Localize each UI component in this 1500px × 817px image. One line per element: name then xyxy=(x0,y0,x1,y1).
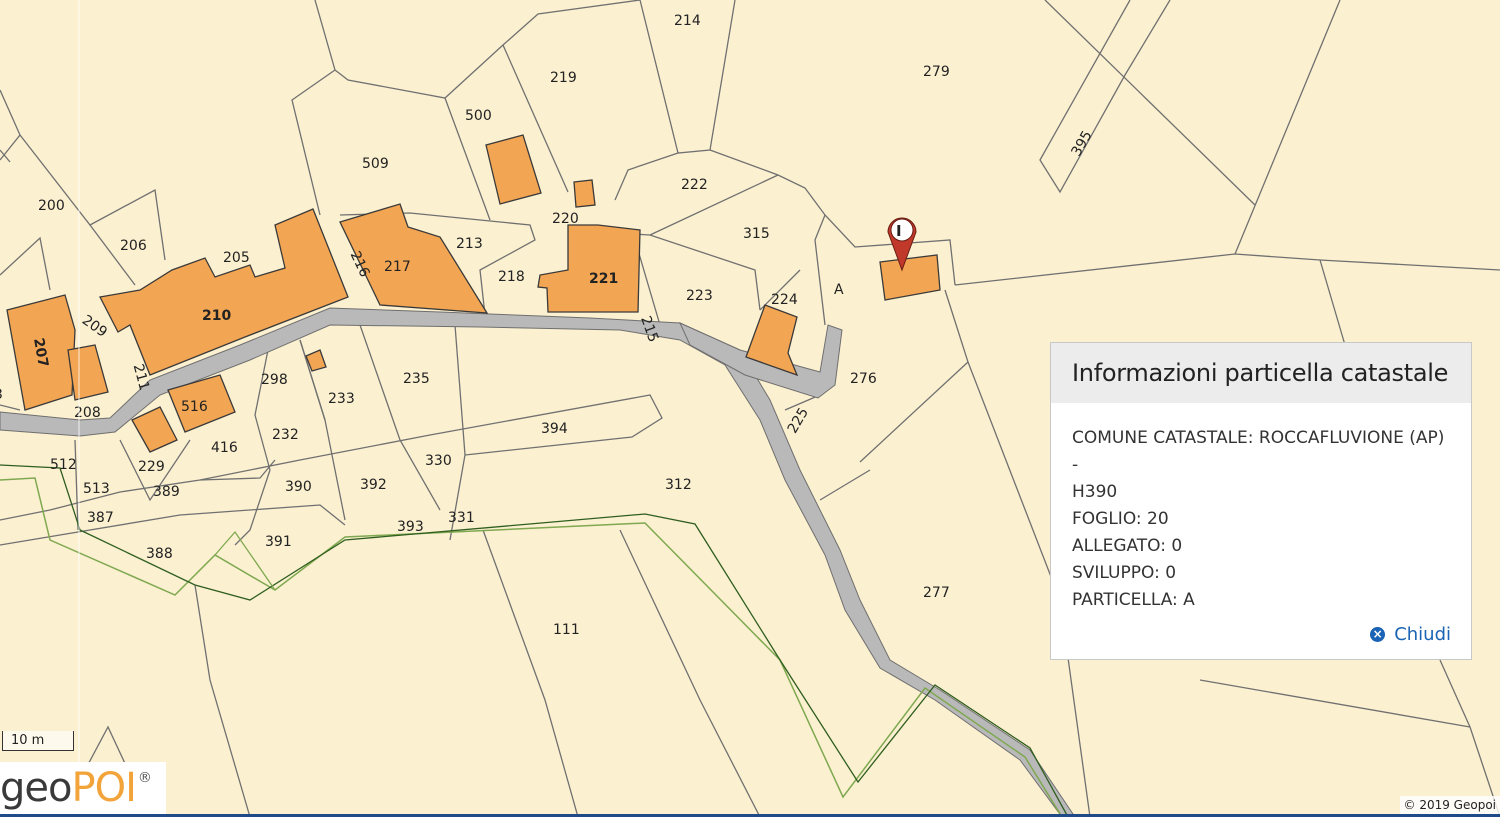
parcel-label[interactable]: 232 xyxy=(272,427,299,443)
parcel-label[interactable]: 214 xyxy=(674,13,701,29)
parcel-label[interactable]: 233 xyxy=(328,391,355,407)
close-icon[interactable]: × xyxy=(1370,627,1386,642)
parcel-label[interactable]: 500 xyxy=(465,108,492,124)
info-line-comune: COMUNE CATASTALE: ROCCAFLUVIONE (AP) - xyxy=(1072,428,1445,475)
parcel-label[interactable]: 387 xyxy=(87,510,114,526)
parcel-label[interactable]: 218 xyxy=(498,269,525,285)
parcel-label[interactable]: 205 xyxy=(223,250,250,266)
parcel-label[interactable]: 331 xyxy=(448,510,475,526)
copyright: © 2019 Geopoi xyxy=(1399,796,1500,814)
parcel-label[interactable]: 315 xyxy=(743,226,770,242)
parcel-label[interactable]: 222 xyxy=(681,177,708,193)
logo-poi: POI xyxy=(71,765,136,811)
parcel-label[interactable]: 277 xyxy=(923,585,950,601)
parcel-label[interactable]: 509 xyxy=(362,156,389,172)
parcel-label[interactable]: 512 xyxy=(50,457,77,473)
logo-geo: geo xyxy=(0,765,72,811)
parcel-label[interactable]: 513 xyxy=(83,481,110,497)
parcel-label[interactable]: 219 xyxy=(550,70,577,86)
parcel-label[interactable]: 223 xyxy=(686,288,713,304)
close-label[interactable]: Chiudi xyxy=(1394,624,1451,645)
parcel-label[interactable]: 217 xyxy=(384,259,411,275)
parcel-label[interactable]: 279 xyxy=(923,64,950,80)
info-line-particella: PARTICELLA: A xyxy=(1072,590,1195,610)
parcel-label[interactable]: 229 xyxy=(138,459,165,475)
parcel-label[interactable]: 298 xyxy=(261,372,288,388)
parcel-label[interactable]: 391 xyxy=(265,534,292,550)
parcel-label[interactable]: 276 xyxy=(850,371,877,387)
scale-bar: 10 m xyxy=(2,731,74,751)
parcel-label[interactable]: 235 xyxy=(403,371,430,387)
parcel-label[interactable]: 390 xyxy=(285,479,312,495)
info-line-sviluppo: SVILUPPO: 0 xyxy=(1072,563,1177,583)
popup-body: COMUNE CATASTALE: ROCCAFLUVIONE (AP) - H… xyxy=(1051,403,1471,614)
info-line-code: H390 xyxy=(1072,482,1118,502)
parcel-info-popup: Informazioni particella catastale COMUNE… xyxy=(1050,342,1472,660)
info-line-allegato: ALLEGATO: 0 xyxy=(1072,536,1183,556)
parcel-label[interactable]: 3 xyxy=(0,387,3,403)
geopoi-logo[interactable]: geo POI ® xyxy=(0,762,166,814)
parcel-label[interactable]: A xyxy=(834,282,844,298)
info-line-foglio: FOGLIO: 20 xyxy=(1072,509,1169,529)
parcel-label[interactable]: 213 xyxy=(456,236,483,252)
parcel-label[interactable]: 221 xyxy=(589,271,618,287)
parcel-label[interactable]: 389 xyxy=(153,484,180,500)
marker-label: I xyxy=(896,222,902,240)
parcel-label[interactable]: 394 xyxy=(541,421,568,437)
popup-header: Informazioni particella catastale xyxy=(1051,343,1471,403)
parcel-label[interactable]: 388 xyxy=(146,546,173,562)
parcel-label[interactable]: 210 xyxy=(202,308,231,324)
parcel-label[interactable]: 312 xyxy=(665,477,692,493)
parcel-label[interactable]: 200 xyxy=(38,198,65,214)
parcel-label[interactable]: 224 xyxy=(771,292,798,308)
parcel-label[interactable]: 330 xyxy=(425,453,452,469)
parcel-label[interactable]: 416 xyxy=(211,440,238,456)
parcel-label[interactable]: 206 xyxy=(120,238,147,254)
logo-registered: ® xyxy=(137,770,152,786)
parcel-label[interactable]: 393 xyxy=(397,519,424,535)
parcel-label[interactable]: 208 xyxy=(74,405,101,421)
parcel-label[interactable]: 516 xyxy=(181,399,208,415)
parcel-label[interactable]: 220 xyxy=(552,211,579,227)
close-button[interactable]: × Chiudi xyxy=(1370,624,1451,645)
popup-title: Informazioni particella catastale xyxy=(1072,359,1449,387)
parcel-label[interactable]: 111 xyxy=(553,622,580,638)
parcel-label[interactable]: 392 xyxy=(360,477,387,493)
